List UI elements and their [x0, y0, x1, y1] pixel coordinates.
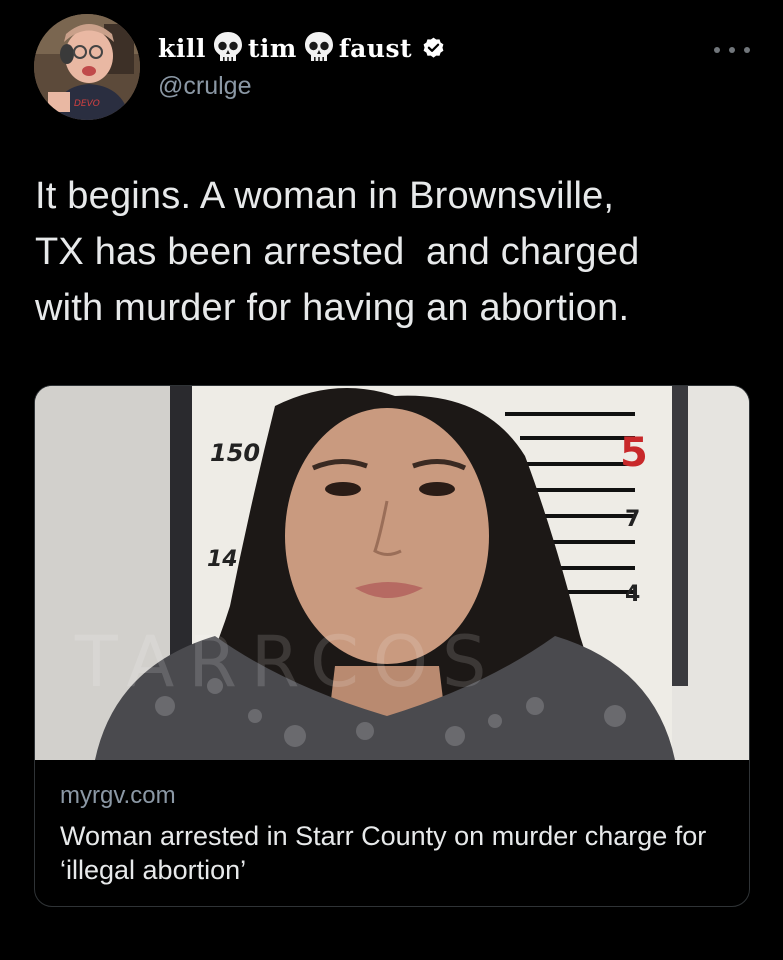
avatar-shirt-text: DEVO: [74, 99, 100, 109]
board-number: 7: [625, 507, 640, 532]
more-horizontal-icon: [729, 47, 735, 53]
display-name-part: kill: [158, 33, 206, 63]
display-name-part: faust: [338, 33, 413, 63]
skull-icon: [304, 32, 333, 61]
board-number: 5: [620, 430, 648, 476]
image-watermark: TARRCOS: [74, 621, 500, 703]
user-handle[interactable]: @crulge: [158, 72, 251, 101]
board-number: 4: [625, 582, 640, 607]
more-horizontal-icon: [744, 47, 750, 53]
link-card[interactable]: 150 14 5 7 4 TARRCOS myrgv.com Woman arr…: [34, 385, 750, 907]
avatar[interactable]: DEVO: [34, 14, 140, 120]
display-name[interactable]: kill tim faust: [158, 28, 446, 68]
tweet: DEVO kill tim faust @crulge It begins. A…: [0, 0, 783, 960]
mugshot-image: 150 14 5 7 4 TARRCOS: [35, 386, 749, 760]
more-horizontal-icon: [714, 47, 720, 53]
card-domain: myrgv.com: [60, 782, 176, 809]
display-name-part: tim: [247, 33, 297, 63]
more-options-button[interactable]: [714, 40, 750, 60]
verified-badge-icon: [423, 37, 444, 58]
skull-icon: [213, 32, 242, 61]
board-number: 14: [207, 547, 238, 572]
card-title: Woman arrested in Starr County on murder…: [60, 821, 707, 885]
tweet-text: It begins. A woman in Brownsville, TX ha…: [35, 175, 640, 329]
card-image: 150 14 5 7 4 TARRCOS: [35, 386, 749, 760]
board-number: 150: [210, 439, 260, 467]
avatar-image: DEVO: [34, 14, 140, 120]
